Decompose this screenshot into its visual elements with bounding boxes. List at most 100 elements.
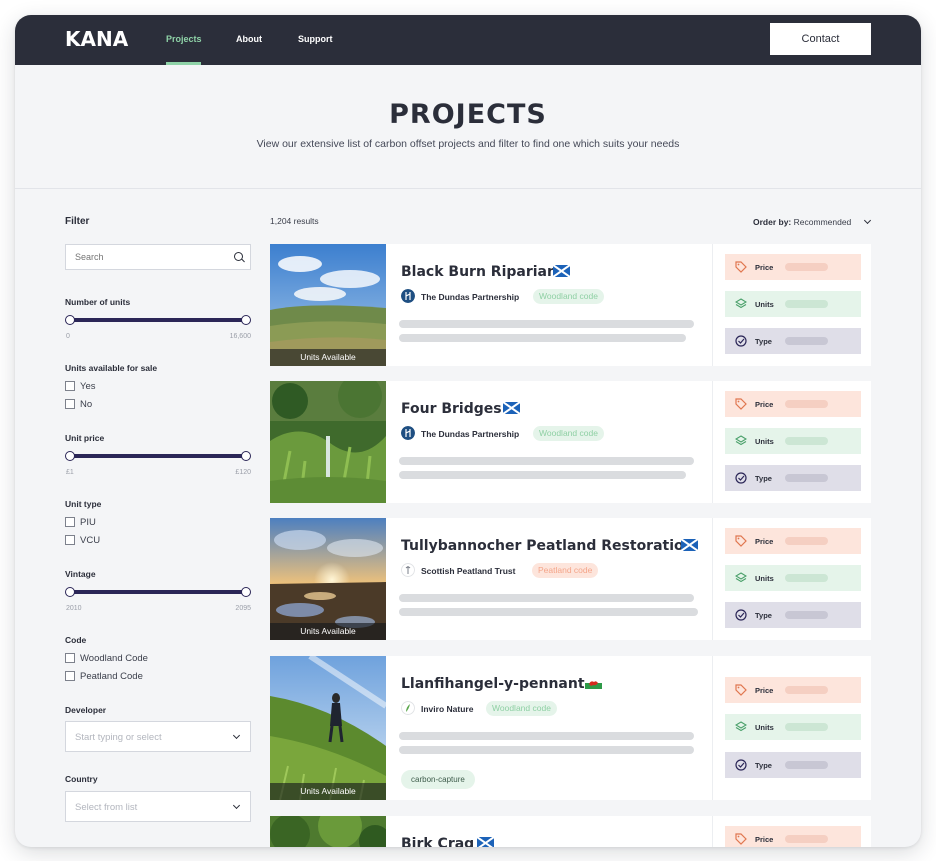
checkbox[interactable]	[65, 517, 75, 527]
checkbox[interactable]	[65, 381, 75, 391]
attributes-divider	[712, 518, 713, 640]
code-tag: Peatland code	[532, 563, 599, 578]
project-title[interactable]: Black Burn Riparian	[401, 264, 557, 280]
developer-logo-icon	[401, 563, 415, 577]
price-slider-track[interactable]	[70, 454, 246, 458]
country-select[interactable]: Select from list	[65, 791, 251, 822]
filter-title: Filter	[65, 216, 90, 227]
project-image[interactable]	[270, 381, 386, 503]
kana-logo[interactable]: KANA	[65, 27, 128, 51]
type-attribute: Type	[725, 602, 861, 628]
project-card[interactable]: Birk Crag Price	[270, 816, 871, 847]
page-subtitle: View our extensive list of carbon offset…	[256, 138, 680, 150]
price-tag-icon	[735, 398, 747, 410]
price-label: Price	[755, 400, 774, 409]
project-card[interactable]: Units Available Tullybannocher Peatland …	[270, 518, 871, 640]
description-placeholder	[399, 471, 686, 479]
developer-name[interactable]: The Dundas Partnership	[421, 429, 519, 439]
type-label: Type	[755, 337, 772, 346]
checkbox-label: Woodland Code	[80, 653, 148, 664]
scotland-flag-icon	[503, 402, 520, 414]
nav-link-support[interactable]: Support	[298, 34, 333, 44]
checkbox-label: PIU	[80, 517, 96, 528]
units-slider-max-handle[interactable]	[241, 315, 251, 325]
type-value-placeholder	[785, 611, 828, 619]
type-attribute: Type	[725, 752, 861, 778]
checkbox[interactable]	[65, 671, 75, 681]
top-navbar: KANA Projects About Support Contact	[15, 15, 921, 65]
units-value-placeholder	[785, 300, 828, 308]
unit-type-filter-label: Unit type	[65, 499, 102, 509]
scotland-flag-icon	[553, 265, 570, 277]
developer-name[interactable]: Inviro Nature	[421, 704, 473, 714]
developer-logo-icon	[401, 426, 415, 440]
developer-name[interactable]: The Dundas Partnership	[421, 292, 519, 302]
checkbox[interactable]	[65, 653, 75, 663]
type-attribute: Type	[725, 465, 861, 491]
checkbox[interactable]	[65, 535, 75, 545]
developer-select[interactable]: Start typing or select	[65, 721, 251, 752]
units-slider-track[interactable]	[70, 318, 246, 322]
attributes-divider	[712, 381, 713, 503]
price-value-placeholder	[785, 263, 828, 271]
project-card[interactable]: Units Available Llanfihangel-y-pennant I…	[270, 656, 871, 800]
project-image[interactable]	[270, 816, 386, 847]
project-title[interactable]: Tullybannocher Peatland Restoration	[401, 538, 694, 554]
project-image[interactable]: Units Available	[270, 244, 386, 366]
chevron-down-icon[interactable]	[863, 216, 872, 225]
price-tag-icon	[735, 684, 747, 696]
price-label: Price	[755, 263, 774, 272]
results-count: 1,204 results	[270, 216, 319, 226]
project-title[interactable]: Llanfihangel-y-pennant	[401, 676, 585, 692]
price-slider-max-label: £120	[235, 469, 251, 476]
type-label: Type	[755, 611, 772, 620]
price-label: Price	[755, 835, 774, 844]
checkbox-label: VCU	[80, 535, 101, 546]
filter-search-input[interactable]	[65, 244, 251, 270]
nav-link-about[interactable]: About	[236, 34, 262, 44]
units-label: Units	[755, 723, 774, 732]
description-placeholder	[399, 320, 694, 328]
units-label: Units	[755, 300, 774, 309]
check-circle-icon	[735, 759, 747, 771]
active-nav-indicator	[166, 62, 201, 65]
project-image[interactable]: Units Available	[270, 518, 386, 640]
developer-name[interactable]: Scottish Peatland Trust	[421, 566, 515, 576]
price-attribute: Price	[725, 826, 861, 847]
project-title[interactable]: Birk Crag	[401, 836, 474, 847]
code-tag: Woodland code	[533, 426, 604, 441]
project-image[interactable]: Units Available	[270, 656, 386, 800]
type-attribute: Type	[725, 328, 861, 354]
units-label: Units	[755, 574, 774, 583]
units-available-badge: Units Available	[270, 623, 386, 640]
description-placeholder	[399, 457, 694, 465]
project-title[interactable]: Four Bridges	[401, 401, 502, 417]
vintage-slider-min-handle[interactable]	[65, 587, 75, 597]
price-tag-icon	[735, 535, 747, 547]
chevron-down-icon	[232, 801, 241, 810]
carbon-capture-tag[interactable]: carbon-capture	[401, 770, 475, 789]
units-slider-min-handle[interactable]	[65, 315, 75, 325]
price-slider-min-handle[interactable]	[65, 451, 75, 461]
order-by-dropdown[interactable]: Order by: Recommended	[753, 217, 851, 227]
vintage-slider-track[interactable]	[70, 590, 246, 594]
check-circle-icon	[735, 335, 747, 347]
search-icon[interactable]	[234, 252, 243, 261]
vintage-slider-max-handle[interactable]	[241, 587, 251, 597]
project-card[interactable]: Four Bridges The Dundas Partnership Wood…	[270, 381, 871, 503]
developer-logo-icon	[401, 701, 415, 715]
price-slider-max-handle[interactable]	[241, 451, 251, 461]
page-title: PROJECTS	[389, 99, 547, 130]
price-value-placeholder	[785, 686, 828, 694]
units-attribute: Units	[725, 565, 861, 591]
price-value-placeholder	[785, 537, 828, 545]
units-value-placeholder	[785, 574, 828, 582]
order-by-label: Order by:	[753, 217, 792, 227]
description-placeholder	[399, 334, 686, 342]
contact-button[interactable]: Contact	[770, 23, 871, 55]
description-placeholder	[399, 594, 694, 602]
project-card[interactable]: Units Available Black Burn Riparian The …	[270, 244, 871, 366]
nav-link-projects[interactable]: Projects	[166, 34, 202, 44]
code-filter-label: Code	[65, 635, 87, 645]
checkbox[interactable]	[65, 399, 75, 409]
